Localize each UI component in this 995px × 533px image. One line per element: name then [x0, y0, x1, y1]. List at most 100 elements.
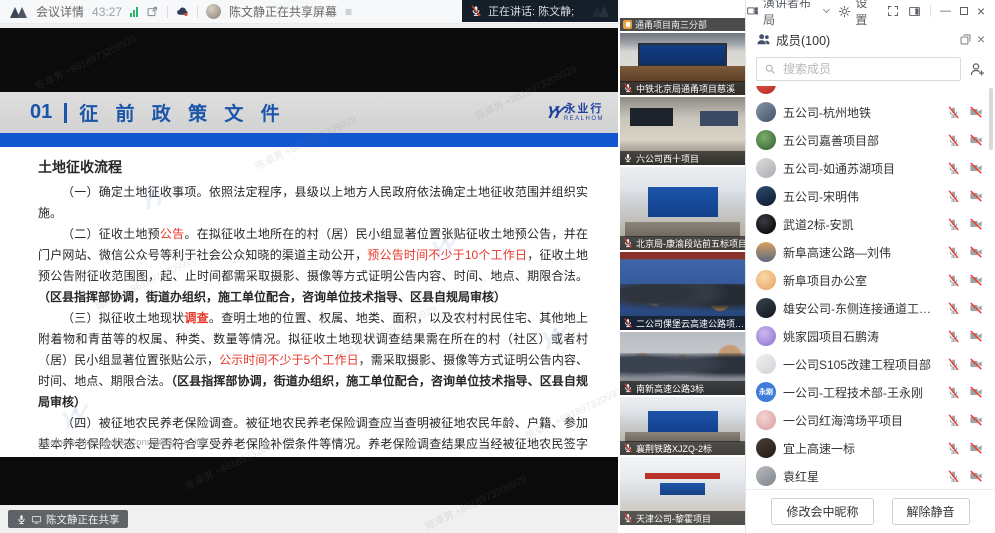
mic-muted-icon[interactable] [947, 106, 960, 119]
video-tile[interactable]: 二公司倮堡云高速公路项… [620, 252, 745, 330]
title-divider [64, 103, 67, 123]
rename-button[interactable]: 修改会中昵称 [771, 498, 873, 525]
meeting-details-button[interactable]: 会议详情 [36, 3, 84, 20]
search-input[interactable] [781, 61, 953, 77]
avatar [756, 102, 776, 122]
open-window-icon[interactable] [146, 5, 159, 18]
video-tile[interactable]: 天津公司-黎霍项目 [620, 457, 745, 525]
video-tile[interactable]: 中铁北京局通甬项目慈溪 [620, 33, 745, 95]
scrollbar[interactable] [989, 88, 993, 150]
mic-muted-icon[interactable] [947, 190, 960, 203]
popout-panel-icon[interactable] [959, 33, 972, 46]
share-badge-label: 陈文静正在共享 [46, 512, 120, 527]
close-panel-button[interactable]: × [977, 32, 985, 46]
mic-muted-icon[interactable] [947, 302, 960, 315]
camera-off-icon[interactable] [969, 217, 983, 231]
video-tile[interactable]: 六公司西十项目 [620, 97, 745, 165]
members-panel: 演讲者布局 设置 — × 成员(100) [745, 0, 995, 533]
mic-muted-icon [470, 5, 482, 17]
mic-muted-icon [623, 513, 633, 523]
camera-off-icon[interactable] [969, 469, 983, 483]
member-name: 新阜高速公路—刘伟 [783, 244, 940, 261]
video-tile[interactable]: 北京局-康渝段站前五标项目 [620, 167, 745, 250]
tile-caption: 北京局-康渝段站前五标项目 [636, 237, 745, 250]
mic-muted-icon[interactable] [947, 470, 960, 483]
tile-caption-bar: 中铁北京局通甬项目慈溪 [620, 81, 745, 95]
member-name: 一公司-工程技术部-王永刚 [783, 384, 940, 401]
mic-muted-icon[interactable] [947, 358, 960, 371]
fullscreen-icon[interactable] [887, 5, 899, 17]
mic-muted-icon[interactable] [947, 162, 960, 175]
avatar [756, 214, 776, 234]
member-row[interactable]: 姚家园项目石鹏涛 [746, 322, 995, 350]
member-row[interactable]: 五公司-杭州地铁 [746, 98, 995, 126]
unmute-button[interactable]: 解除静音 [892, 498, 970, 525]
member-row[interactable] [746, 86, 995, 98]
avatar [756, 86, 776, 94]
camera-off-icon[interactable] [969, 301, 983, 315]
camera-off-icon[interactable] [969, 133, 983, 147]
mic-muted-icon[interactable] [947, 218, 960, 231]
avatar [756, 158, 776, 178]
window-controls: 演讲者布局 设置 — × [746, 0, 995, 22]
mic-icon [16, 514, 27, 525]
camera-off-icon[interactable] [969, 441, 983, 455]
member-row[interactable]: 袁红星 [746, 462, 995, 489]
layout-button-label: 演讲者布局 [763, 0, 820, 28]
mic-muted-icon[interactable] [947, 246, 960, 259]
slide-body: 土地征收流程 （一）确定土地征收事项。依照法定程序，县级以上地方人民政府依法确定… [0, 147, 618, 457]
member-row[interactable]: 一公司红海湾场平项目 [746, 406, 995, 434]
add-member-button[interactable] [969, 61, 985, 77]
avatar [756, 186, 776, 206]
tile-caption-bar: 天津公司-黎霍项目 [620, 511, 745, 525]
member-row[interactable]: 新阜高速公路—刘伟 [746, 238, 995, 266]
video-tile[interactable]: 南新高速公路3标 [620, 332, 745, 395]
mic-muted-icon [623, 383, 633, 393]
member-row[interactable]: 一公司S105改建工程项目部 [746, 350, 995, 378]
video-tile-partial[interactable]: 通甬项目南三分部 [620, 18, 745, 31]
slide-title-band: 01 征 前 政 策 文 件 YY 永业行 REALHOM [0, 92, 618, 133]
member-name: 五公司嘉善项目部 [783, 132, 940, 149]
member-row[interactable]: 五公司嘉善项目部 [746, 126, 995, 154]
member-row[interactable]: 雄安公司-东侧连接通道工程项目向志良 [746, 294, 995, 322]
mic-muted-icon[interactable] [947, 330, 960, 343]
app-logo-icon [10, 6, 28, 18]
maximize-button[interactable] [960, 7, 968, 15]
camera-off-icon[interactable] [969, 105, 983, 119]
member-row[interactable]: 宜上高速一标 [746, 434, 995, 462]
member-row[interactable]: 五公司-如通苏湖项目 [746, 154, 995, 182]
member-row[interactable]: 永刚 一公司-工程技术部-王永刚 [746, 378, 995, 406]
mic-muted-icon[interactable] [947, 386, 960, 399]
tile-caption: 通甬项目南三分部 [635, 18, 707, 31]
camera-off-icon[interactable] [969, 273, 983, 287]
minimize-button[interactable]: — [940, 6, 951, 17]
sharer-menu-icon[interactable]: ≡ [345, 5, 352, 19]
camera-off-icon[interactable] [969, 329, 983, 343]
slide-top-letterbox [0, 28, 618, 92]
mic-muted-icon[interactable] [947, 442, 960, 455]
member-row[interactable]: 五公司-宋明伟 [746, 182, 995, 210]
camera-off-icon[interactable] [969, 357, 983, 371]
member-row[interactable]: 新阜项目办公室 [746, 266, 995, 294]
camera-off-icon[interactable] [969, 161, 983, 175]
camera-off-icon[interactable] [969, 413, 983, 427]
mic-muted-icon[interactable] [947, 134, 960, 147]
mic-muted-icon [623, 238, 633, 248]
camera-off-icon[interactable] [969, 385, 983, 399]
avatar [756, 354, 776, 374]
member-name: 五公司-宋明伟 [783, 188, 940, 205]
speaking-indicator: 正在讲话: 陈文静; [462, 0, 618, 22]
side-panel-toggle-icon[interactable] [908, 5, 921, 18]
layout-button[interactable]: 演讲者布局 [746, 0, 829, 28]
search-box[interactable] [756, 57, 961, 81]
member-row[interactable]: 武道2标-安凯 [746, 210, 995, 238]
cloud-record-icon[interactable] [176, 5, 189, 18]
close-button[interactable]: × [977, 4, 985, 18]
video-tile[interactable]: 襄荆铁路XJZQ-2标 [620, 397, 745, 455]
mic-muted-icon[interactable] [947, 274, 960, 287]
settings-button[interactable]: 设置 [838, 0, 878, 28]
tile-caption-bar: 北京局-康渝段站前五标项目 [620, 236, 745, 250]
camera-off-icon[interactable] [969, 245, 983, 259]
mic-muted-icon[interactable] [947, 414, 960, 427]
camera-off-icon[interactable] [969, 189, 983, 203]
